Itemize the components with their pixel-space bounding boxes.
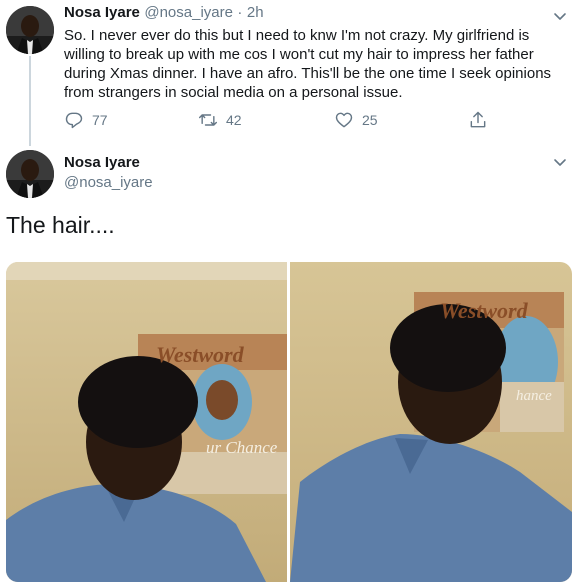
retweet-icon xyxy=(198,114,218,126)
avatar[interactable] xyxy=(6,150,54,198)
user-handle[interactable]: @nosa_iyare xyxy=(144,4,233,21)
tweet-header: Nosa Iyare @nosa_iyare · 2h xyxy=(64,4,264,22)
tweet-text: So. I never ever do this but I need to k… xyxy=(64,27,552,101)
chevron-down-icon[interactable] xyxy=(552,154,568,170)
reply-button[interactable]: 77 xyxy=(64,110,108,130)
retweet-button[interactable]: 42 xyxy=(198,110,242,130)
photo-right[interactable]: Westword hance xyxy=(290,262,572,582)
tweet-text: The hair.... xyxy=(6,212,115,238)
avatar-image xyxy=(6,150,54,198)
user-handle[interactable]: @nosa_iyare xyxy=(64,174,153,191)
share-button[interactable] xyxy=(468,110,488,130)
tweet-actions: 77 42 25 xyxy=(64,110,504,130)
retweet-count: 42 xyxy=(226,112,242,128)
poster-caption: ur Chance xyxy=(206,438,278,457)
dot-separator: · xyxy=(237,4,243,21)
poster-title: Westword xyxy=(156,342,244,367)
like-count: 25 xyxy=(362,112,378,128)
chevron-down-icon[interactable] xyxy=(552,8,568,24)
tweet-time[interactable]: 2h xyxy=(247,4,264,21)
poster-caption: hance xyxy=(516,388,552,404)
avatar[interactable] xyxy=(6,6,54,54)
like-icon xyxy=(335,112,353,128)
poster-title: Westword xyxy=(440,298,528,323)
reply-icon xyxy=(65,112,83,129)
display-name[interactable]: Nosa Iyare xyxy=(64,4,140,21)
avatar-image xyxy=(6,6,54,54)
photo-right-image xyxy=(290,262,572,582)
photo-grid: Westword ur Chance Westword hance xyxy=(6,262,572,582)
reply-count: 77 xyxy=(92,112,108,128)
photo-left-image xyxy=(6,262,287,582)
display-name[interactable]: Nosa Iyare xyxy=(64,154,140,171)
like-button[interactable]: 25 xyxy=(334,110,378,130)
thread-line xyxy=(29,56,31,146)
photo-left[interactable]: Westword ur Chance xyxy=(6,262,287,582)
share-icon xyxy=(470,111,486,128)
